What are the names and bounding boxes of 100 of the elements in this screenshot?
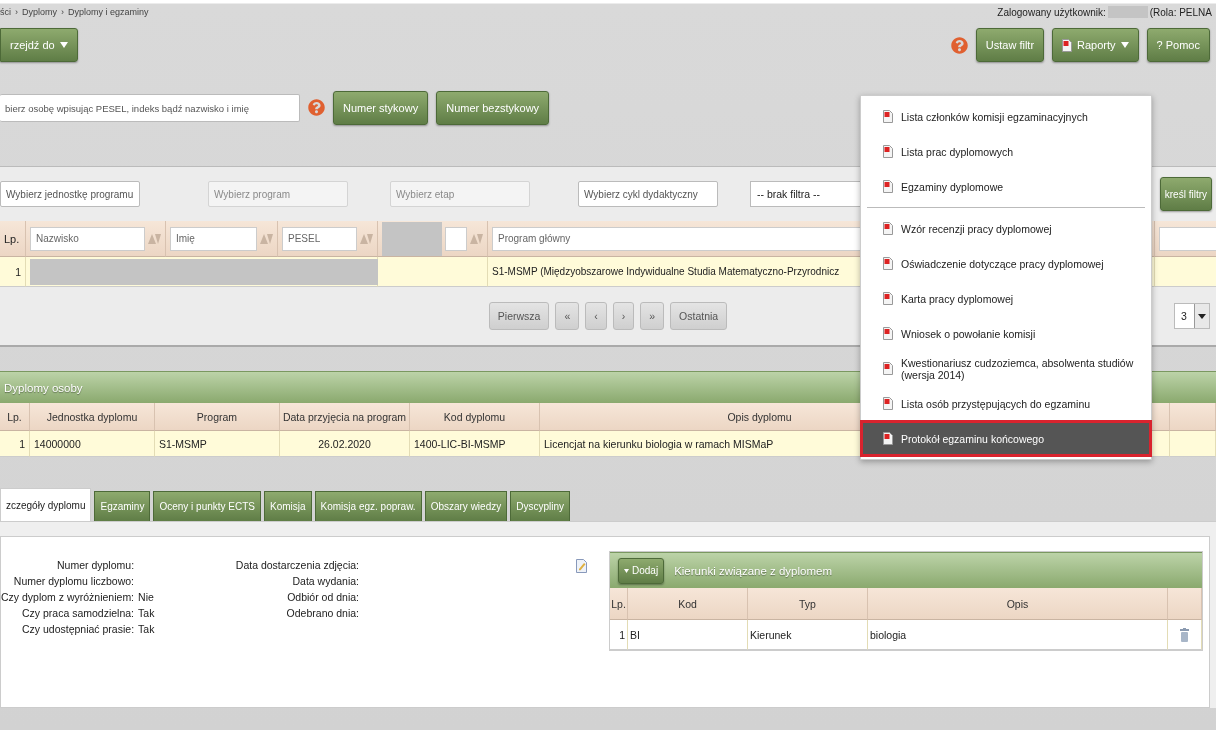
sort-icon[interactable] [148, 233, 161, 244]
pdf-icon [883, 180, 893, 193]
column-header: Kod dyplomu [410, 403, 540, 431]
column-header: Lp. [0, 221, 26, 257]
filter-header-cell[interactable] [378, 221, 488, 257]
card-number-button[interactable]: Numer bezstykowy [436, 91, 550, 125]
help-icon[interactable] [950, 36, 968, 54]
field-label: Numer dyplomu liczbowo: [12, 575, 135, 587]
pager-button[interactable]: » [640, 302, 665, 330]
menu-item[interactable]: Lista członków komisji egzaminacyjnych [861, 99, 1151, 134]
filter-field[interactable]: Wybierz jednostkę programu [0, 181, 140, 207]
table-cell: 1 [0, 257, 26, 287]
pager-button[interactable]: › [612, 302, 635, 330]
field-label: Data wydania: [291, 575, 359, 587]
pdf-icon [883, 257, 893, 270]
pdf-icon [883, 292, 893, 305]
column-filter-field[interactable] [445, 226, 467, 251]
user-role: (Rola: PELNA [1149, 6, 1212, 18]
field-value: Nie [138, 591, 155, 603]
menu-item[interactable]: Lista prac dyplomowych [861, 134, 1151, 169]
tab[interactable]: Obszary wiedzy [424, 491, 508, 521]
pager-button[interactable]: « [555, 302, 580, 330]
filter-header-cell[interactable]: PESEL [278, 221, 378, 257]
sort-icon[interactable] [260, 233, 273, 244]
redacted-block [382, 221, 442, 256]
column-header: Lp. [610, 588, 628, 620]
menu-item[interactable]: Kwestionariusz cudzoziemca, absolwenta studiów (wersja 2014) [861, 351, 1151, 386]
header-cell [1168, 588, 1202, 620]
tab[interactable]: Oceny i punkty ECTS [153, 491, 261, 521]
column-header: Typ [748, 588, 868, 620]
caret-icon [59, 42, 68, 48]
card-number-button[interactable]: Numer stykowy [333, 91, 429, 125]
table-cell: 14000000 [30, 431, 155, 457]
table-cell: 1 [0, 431, 30, 457]
column-header: Lp. [0, 403, 30, 431]
edit-icon[interactable] [576, 559, 587, 573]
clear-filters-button[interactable]: kreśl filtry [1159, 177, 1212, 211]
pdf-icon [883, 362, 893, 375]
menu-item[interactable]: Lista osób przystępujących do egzaminu [861, 386, 1151, 421]
field-label: Odbiór od dnia: [286, 591, 359, 603]
page-size-select[interactable]: 3 [1174, 303, 1210, 329]
add-button[interactable]: Dodaj [618, 557, 665, 584]
menu-item[interactable]: Protokół egzaminu końcowego [861, 421, 1151, 456]
field-label: Numer dyplomu: [56, 559, 135, 571]
column-filter-field[interactable]: PESEL [282, 226, 357, 251]
pdf-icon [883, 222, 893, 235]
column-filter-field[interactable]: Nazwisko [30, 226, 145, 251]
pager-button[interactable]: Ostatnia [670, 302, 728, 330]
breadcrumb-separator: › [15, 7, 18, 17]
tab[interactable]: Komisja [264, 491, 312, 521]
field-label: Czy praca samodzielna: [21, 607, 135, 619]
filter-header-cell[interactable]: Imię [166, 221, 278, 257]
caret-icon [624, 568, 629, 573]
help-icon[interactable] [308, 99, 325, 116]
panel-title: Kierunki związane z dyplomem [674, 564, 832, 577]
dropdown-caret-icon[interactable] [1194, 304, 1209, 328]
pdf-icon [1062, 38, 1073, 52]
trash-icon[interactable] [1180, 627, 1189, 642]
toolbar-button[interactable]: ? Pomoc [1146, 28, 1210, 62]
toolbar-button[interactable]: Ustaw filtr [975, 28, 1045, 62]
table-cell: Kierunek [748, 620, 868, 650]
column-header: Program [155, 403, 280, 431]
pdf-icon [883, 327, 893, 340]
caret-icon [1120, 42, 1129, 48]
sort-icon[interactable] [470, 233, 483, 244]
tab[interactable]: zczegóły dyplomu [0, 488, 92, 521]
table-cell: biologia [868, 620, 1168, 650]
goto-button[interactable]: rzejdź do [0, 28, 78, 62]
table-cell: 1400-LIC-BI-MSMP [410, 431, 540, 457]
breadcrumb-link[interactable]: ści [0, 7, 11, 17]
menu-item[interactable]: Oświadczenie dotyczące pracy dyplomowej [861, 246, 1151, 281]
tab[interactable]: Dyscypliny [510, 491, 570, 521]
breadcrumb-separator: › [61, 7, 64, 17]
reports-menu-button[interactable]: Raporty [1052, 28, 1139, 62]
column-filter-field[interactable]: Imię [170, 226, 257, 251]
column-header: Kod [628, 588, 748, 620]
menu-item[interactable]: Karta pracy dyplomowej [861, 281, 1151, 316]
filter-header-cell[interactable]: Nazwisko [26, 221, 166, 257]
menu-item[interactable]: Egzaminy dyplomowe [861, 169, 1151, 204]
table-cell: 26.02.2020 [280, 431, 410, 457]
person-search-field[interactable]: bierz osobę wpisując PESEL, indeks bądź nazwisko i imię [0, 94, 300, 122]
breadcrumb-link[interactable]: Dyplomy i egzaminy [68, 7, 149, 17]
pager-button[interactable]: ‹ [585, 302, 607, 330]
tab[interactable]: Komisja egz. popraw. [314, 491, 422, 521]
field-value: Tak [138, 607, 155, 619]
table-cell: BI [628, 620, 748, 650]
menu-item[interactable]: Wzór recenzji pracy dyplomowej [861, 211, 1151, 246]
menu-item[interactable]: Wniosek o powołanie komisji [861, 316, 1151, 351]
filter-field[interactable]: Wybierz cykl dydaktyczny [578, 181, 718, 207]
column-header: Jednostka dyplomu [30, 403, 155, 431]
table-cell: S1-MSMP [155, 431, 280, 457]
tab[interactable]: Egzaminy [94, 491, 151, 521]
sort-icon[interactable] [360, 233, 373, 244]
pager-button[interactable]: Pierwsza [488, 302, 550, 330]
field-value: Tak [138, 623, 155, 635]
field-label: Odebrano dnia: [285, 607, 359, 619]
field-label: Data dostarczenia zdjęcia: [234, 559, 359, 571]
field-label: Czy udostępniać prasie: [21, 623, 135, 635]
pdf-icon [883, 110, 893, 123]
breadcrumb-link[interactable]: Dyplomy [22, 7, 57, 17]
